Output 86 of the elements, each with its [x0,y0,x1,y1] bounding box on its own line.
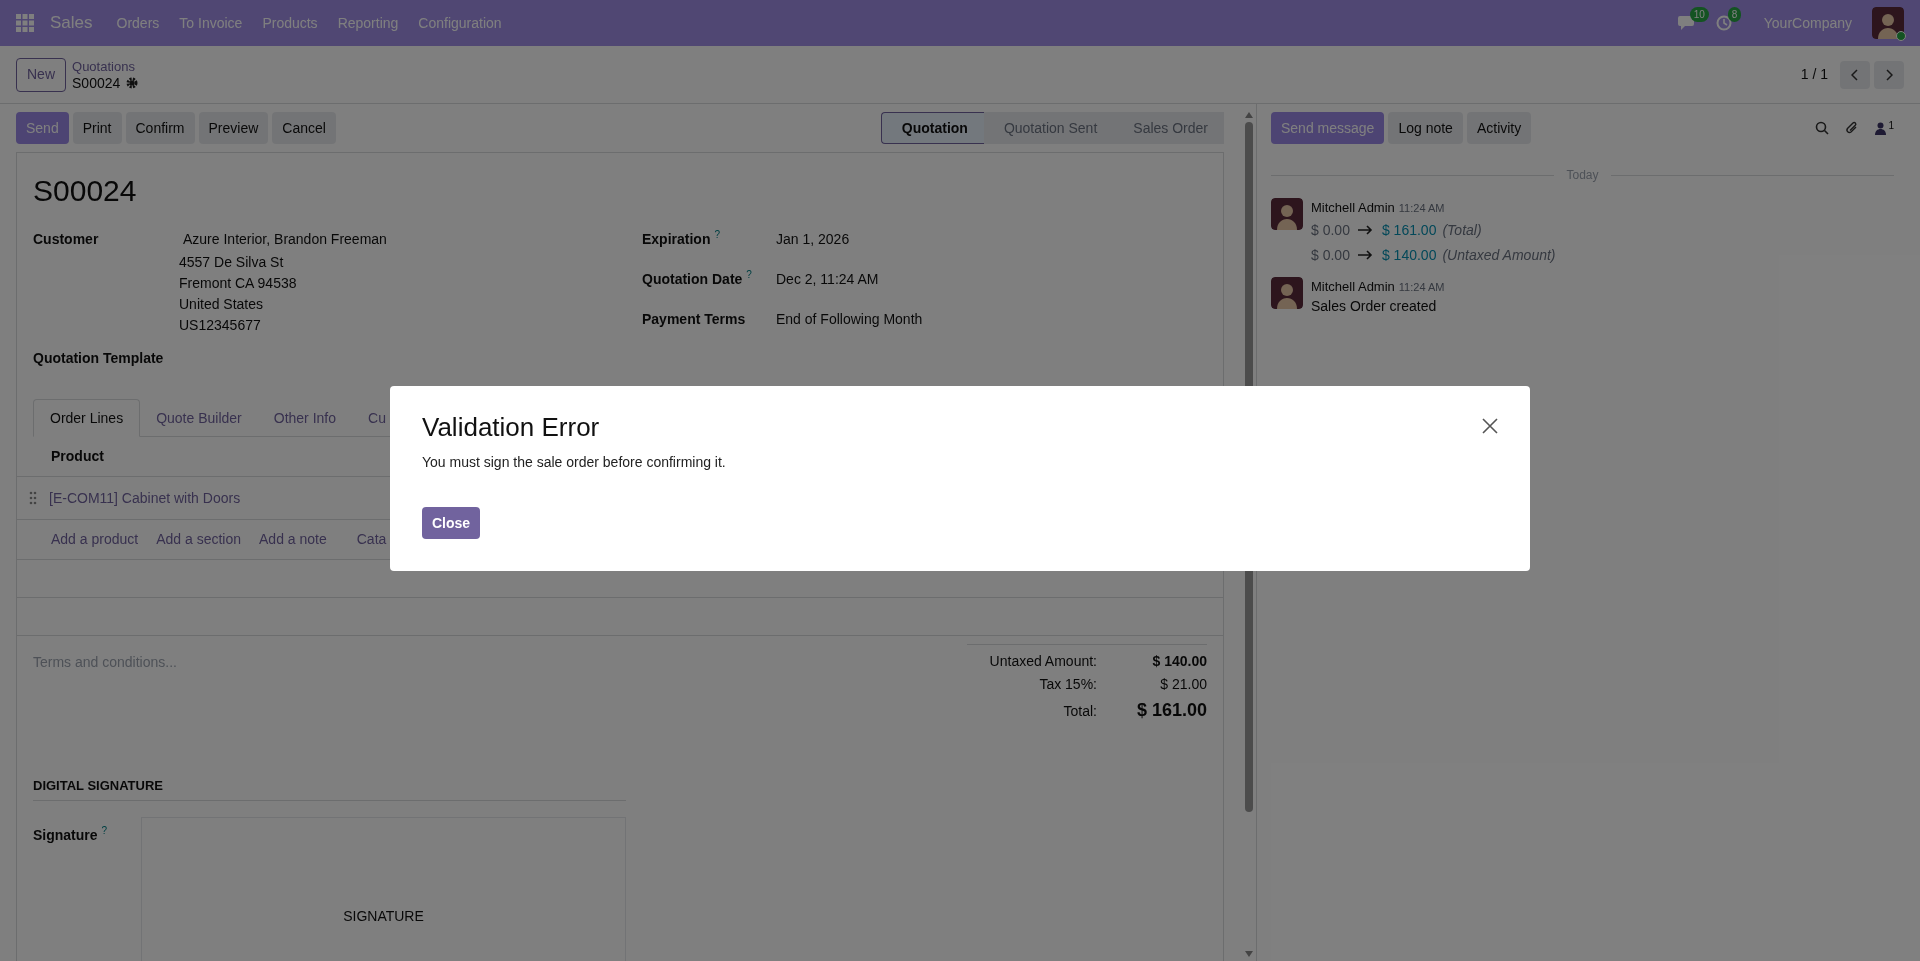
field-label: Quotation Date [642,270,743,289]
dialog-message: You must sign the sale order before confirming it. [422,453,727,472]
chatter-button[interactable]: Log note [1388,112,1463,144]
breadcrumb-link[interactable]: Quotations [72,58,139,75]
customer-name[interactable]: Azure Interior, Brandon Freeman [179,229,387,250]
chat-icon[interactable] [1677,15,1696,31]
field-value: Jan 1, 2026 [776,230,850,249]
signature-box[interactable]: SIGNATURE [141,816,626,961]
help-tooltip-mark[interactable]: ? [714,229,721,241]
new-button[interactable]: New [16,57,66,92]
scroll-up-icon[interactable] [1245,112,1253,118]
changed-field-name: (Total) [1442,220,1482,240]
total-label: Untaxed Amount: [989,652,1097,671]
notebook-tab[interactable]: Quote Builder [140,399,258,437]
total-label: Tax 15%: [1039,675,1097,694]
field-value: Dec 2, 11:24 AM [776,270,879,289]
message-author[interactable]: Mitchell Admin [1311,198,1395,218]
field-label: Quotation Template [33,350,164,366]
avatar-icon [1271,276,1303,309]
arrow-icon [1357,225,1374,235]
online-status-icon [1896,31,1906,41]
gear-icon[interactable] [126,76,139,89]
address-line: United States [179,295,265,314]
apps-menu-icon[interactable] [16,14,34,32]
avatar-icon [1271,198,1303,230]
dialog-title: Validation Error [422,411,600,444]
action-button[interactable]: Cancel [272,112,336,144]
close-button[interactable]: Close [422,507,481,539]
message-count-badge: 10 [1689,7,1709,22]
total-value: $ 161.00 [1135,699,1207,722]
chevron-left-icon [1851,68,1859,81]
field-label: Customer [33,230,100,249]
message-time: 11:24 AM [1398,201,1445,216]
add-line-link[interactable]: Add a product [51,529,139,550]
notebook-tab[interactable]: Order Lines [33,399,141,437]
notebook-tab[interactable]: Other Info [257,399,353,437]
old-value: $ 0.00 [1311,245,1350,265]
chatter-button[interactable]: Activity [1466,112,1532,144]
new-value: $ 161.00 [1381,220,1437,240]
close-icon[interactable] [1482,418,1498,434]
column-header: Product [51,447,104,466]
new-value: $ 140.00 [1381,245,1437,265]
scroll-down-icon[interactable] [1245,951,1253,957]
message-author[interactable]: Mitchell Admin [1311,276,1395,296]
address-line: Fremont CA 94538 [179,274,298,293]
activity-count-badge: 8 [1727,7,1742,22]
message-time: 11:24 AM [1398,279,1445,295]
total-value: $ 140.00 [1151,652,1207,671]
clock-icon[interactable] [1715,15,1732,31]
follower-count: 1 [1888,118,1894,133]
notebook-tab[interactable]: Cu [352,399,402,437]
status-step[interactable]: Sales Order [1113,112,1224,144]
field-label: Expiration [642,230,711,249]
action-button[interactable]: Preview [198,112,269,144]
chevron-right-icon [1885,68,1893,81]
help-tooltip-mark[interactable]: ? [101,824,108,837]
add-line-link[interactable]: Add a section [156,529,241,550]
table-cell[interactable]: [E-COM11] Cabinet with Doors [49,487,241,509]
previous-button[interactable] [1840,60,1870,89]
record-name: S00024 [72,74,121,91]
field-label: Payment Terms [642,310,746,329]
drag-handle-icon[interactable] [29,491,37,505]
old-value: $ 0.00 [1311,220,1350,240]
arrow-icon [1357,250,1374,260]
action-button[interactable]: Confirm [125,112,195,144]
address-line: 4557 De Silva St [179,253,285,272]
field-label: Signature [33,825,98,845]
status-step[interactable]: Quotation Sent [983,112,1114,144]
pager-value: 1 / 1 [1800,65,1828,84]
add-line-link[interactable]: Cata [356,529,387,550]
field-value: End of Following Month [776,310,923,329]
avatar-icon [1872,7,1904,39]
changed-field-name: (Untaxed Amount) [1442,245,1556,265]
total-label: Total: [1063,702,1097,721]
total-value: $ 21.00 [1159,675,1207,694]
section-heading: DIGITAL SIGNATURE [33,776,626,801]
person-icon[interactable] [1875,121,1887,135]
action-button[interactable]: Print [72,112,122,144]
next-button[interactable] [1874,60,1904,89]
add-line-link[interactable]: Add a note [259,529,327,550]
status-step[interactable]: Quotation [880,112,984,144]
address-line: US12345677 [179,316,262,335]
help-tooltip-mark[interactable]: ? [746,269,752,281]
record-title: S00024 [33,173,138,209]
search-icon[interactable] [1815,121,1830,135]
message-body: Sales Order created [1311,297,1438,316]
